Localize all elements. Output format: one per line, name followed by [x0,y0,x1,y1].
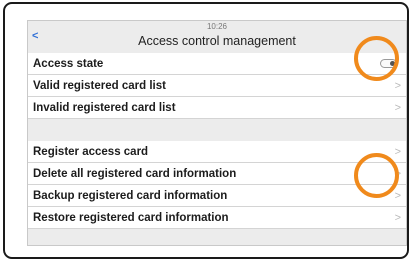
chevron-right-icon: > [394,102,401,114]
chevron-right-icon: > [394,212,401,224]
menu-item-label: Valid registered card list [33,80,166,92]
highlight-ring [354,36,399,81]
menu-item-access-state[interactable]: Access state [28,53,406,75]
menu-item-label: Backup registered card information [33,190,228,202]
menu-item-label: Restore registered card information [33,212,229,224]
chevron-right-icon: > [394,80,401,92]
chevron-right-icon: > [394,190,401,202]
menu-item-backup-cards[interactable]: Backup registered card information > [28,185,406,207]
menu-item-label: Register access card [33,146,149,158]
menu-item-delete-all-cards[interactable]: Delete all registered card information > [28,163,406,185]
menu-item-valid-card-list[interactable]: Valid registered card list > [28,75,406,97]
menu-item-label: Delete all registered card information [33,168,237,180]
menu-item-invalid-card-list[interactable]: Invalid registered card list > [28,97,406,119]
page-title: Access control management [138,34,296,48]
menu-item-register-card[interactable]: Register access card > [28,141,406,163]
device-frame: 10:26 < Access control management Access… [3,2,409,259]
menu-item-restore-cards[interactable]: Restore registered card information > [28,207,406,229]
highlight-ring [354,153,399,198]
chevron-right-icon: > [394,146,401,158]
screen: 10:26 < Access control management Access… [27,20,407,246]
menu-item-label: Access state [33,58,104,70]
menu-item-label: Invalid registered card list [33,102,176,114]
